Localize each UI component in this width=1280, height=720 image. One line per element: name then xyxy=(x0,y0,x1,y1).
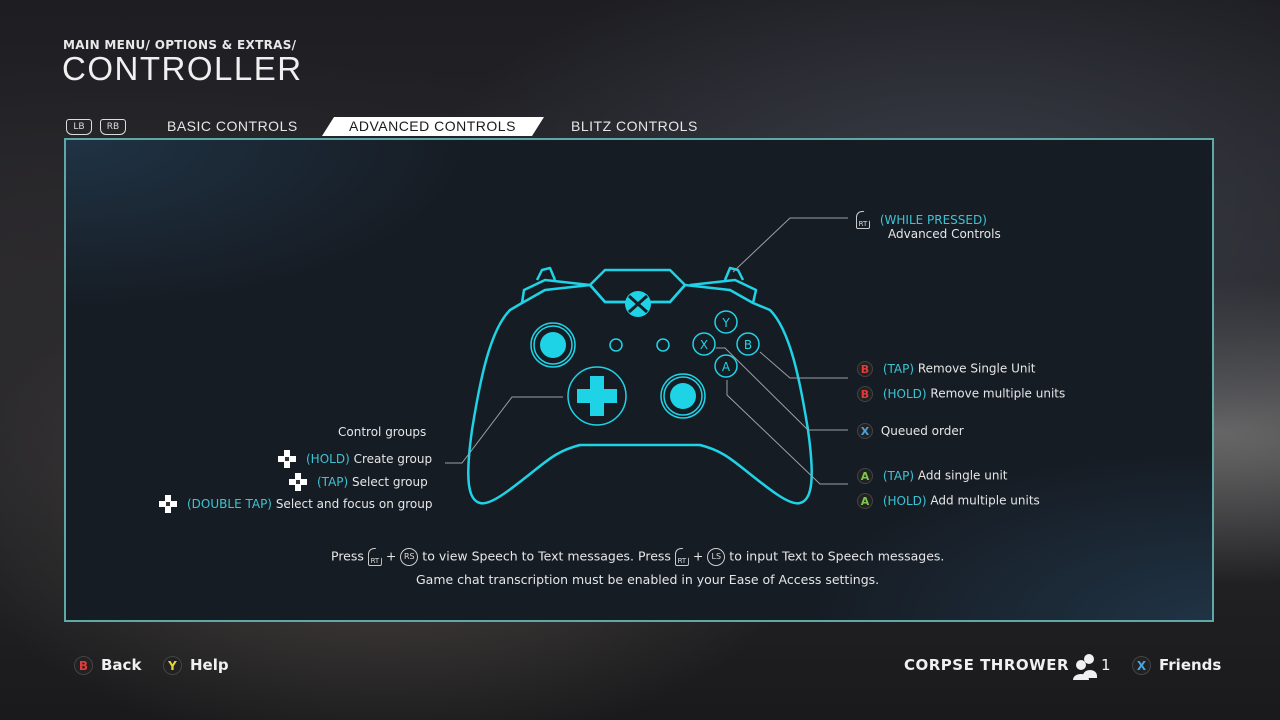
friends-button[interactable]: X Friends xyxy=(1132,656,1221,675)
dpad-icon xyxy=(577,376,617,416)
b-hold-text: Remove multiple units xyxy=(926,386,1066,401)
help-label: Help xyxy=(190,656,229,674)
a-tap-callout: A (TAP) Add single unit xyxy=(857,468,1008,484)
rt-leader-line xyxy=(732,217,848,273)
dpad-icon xyxy=(278,450,296,468)
dpad-tap-tag: (TAP) xyxy=(317,475,349,489)
rt-trigger-icon: RT xyxy=(856,211,870,229)
a-button-label: A xyxy=(722,360,731,374)
dpad-leader-line xyxy=(445,396,563,464)
b-hold-tag: (HOLD) xyxy=(882,386,927,401)
a-hold-tag: (HOLD) xyxy=(882,493,927,508)
rt-callout-tag: (WHILE PRESSED) xyxy=(879,212,987,227)
transcription-note: Game chat transcription must be enabled … xyxy=(416,572,880,587)
rt-trigger-icon: RT xyxy=(674,548,689,566)
a-hold-callout: A (HOLD) Add multiple units xyxy=(857,493,1040,509)
control-groups-title: Control groups xyxy=(338,425,427,439)
b-button-icon: B xyxy=(857,386,873,402)
controller-diagram: Y X B A xyxy=(445,217,848,505)
party-count: 1 xyxy=(1101,656,1111,674)
a-button-icon: A xyxy=(857,468,873,484)
dpad-icon xyxy=(289,473,307,491)
dpad-icon xyxy=(159,495,177,513)
gamertag: CORPSE THROWER xyxy=(904,656,1070,674)
b-leader-line xyxy=(759,351,848,379)
dpad-tap-text: Select group xyxy=(348,475,428,489)
rt-callout-text: Advanced Controls xyxy=(888,227,1001,241)
dpad-tap-callout: (TAP) Select group xyxy=(317,475,428,489)
back-button[interactable]: B Back xyxy=(74,656,141,675)
right-stick xyxy=(670,383,696,409)
x-button-icon: X xyxy=(857,423,873,439)
a-hold-text: Add multiple units xyxy=(926,493,1040,508)
b-button-icon: B xyxy=(74,656,93,675)
view-button-icon xyxy=(609,338,623,352)
note-text: to input Text to Speech messages. xyxy=(729,548,945,564)
a-leader-line xyxy=(726,380,848,485)
ls-stick-icon: LS xyxy=(707,548,726,566)
b-hold-callout: B (HOLD) Remove multiple units xyxy=(857,386,1065,402)
dpad-hold-tag: (HOLD) xyxy=(306,452,350,466)
dpad-double-tap-callout: (DOUBLE TAP) Select and focus on group xyxy=(187,497,433,511)
note-text: to view Speech to Text messages. Press xyxy=(422,548,671,564)
dpad-hold-callout: (HOLD) Create group xyxy=(306,452,432,466)
a-tap-tag: (TAP) xyxy=(882,468,915,483)
y-button-icon: Y xyxy=(163,656,182,675)
b-button-label: B xyxy=(744,338,752,352)
b-tap-text: Remove Single Unit xyxy=(914,361,1036,376)
friends-label: Friends xyxy=(1159,656,1222,674)
x-callout-text: Queued order xyxy=(880,423,964,438)
note-text: Press xyxy=(331,548,364,564)
left-trigger-outline xyxy=(535,266,557,281)
controller-body xyxy=(467,283,813,505)
dpad-double-text: Select and focus on group xyxy=(272,497,433,511)
a-button-icon: A xyxy=(857,493,873,509)
dpad-hold-text: Create group xyxy=(349,452,433,466)
left-stick xyxy=(540,332,566,358)
x-callout: X Queued order xyxy=(857,423,964,439)
y-button-label: Y xyxy=(721,316,730,330)
x-button-icon: X xyxy=(1132,656,1151,675)
x-button-label: X xyxy=(700,338,708,352)
b-tap-callout: B (TAP) Remove Single Unit xyxy=(857,361,1036,377)
speech-note: Press RT + RS to view Speech to Text mes… xyxy=(331,548,945,566)
help-button[interactable]: Y Help xyxy=(163,656,229,675)
back-label: Back xyxy=(101,656,142,674)
dpad-double-tag: (DOUBLE TAP) xyxy=(187,497,272,511)
menu-button-icon xyxy=(656,338,670,352)
a-tap-text: Add single unit xyxy=(914,468,1008,483)
right-trigger-outline xyxy=(723,266,745,281)
rt-trigger-icon: RT xyxy=(367,548,382,566)
b-button-icon: B xyxy=(857,361,873,377)
rs-stick-icon: RS xyxy=(400,548,419,566)
b-tap-tag: (TAP) xyxy=(882,361,915,376)
